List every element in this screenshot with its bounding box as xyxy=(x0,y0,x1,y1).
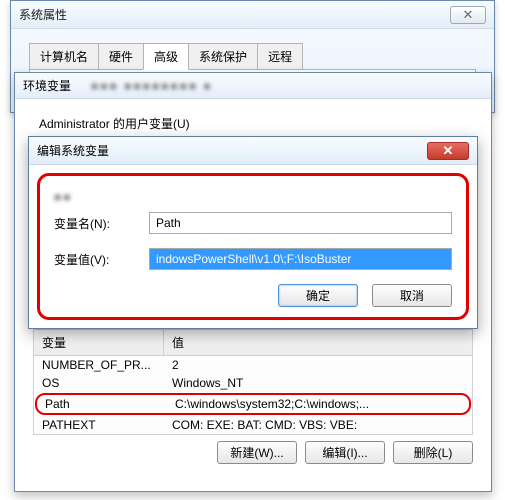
variable-value-row: 变量值(V): xyxy=(54,248,452,270)
edit-dialog-titlebar: 编辑系统变量 ✕ xyxy=(29,137,477,165)
variable-value-label: 变量值(V): xyxy=(54,251,149,268)
blurred-text: ■■■ ■■■■■■■■ ■ xyxy=(91,79,213,93)
tab-remote[interactable]: 远程 xyxy=(257,43,303,70)
new-button[interactable]: 新建(W)... xyxy=(217,441,297,464)
col-header-name: 变量 xyxy=(34,330,164,355)
col-header-value: 值 xyxy=(164,330,472,355)
user-variables-label: Administrator 的用户变量(U) xyxy=(39,115,473,132)
table-row[interactable]: PATHEXT COM: EXE: BAT: CMD: VBS: VBE: xyxy=(34,416,472,434)
tab-advanced[interactable]: 高级 xyxy=(143,43,189,70)
edit-button[interactable]: 编辑(I)... xyxy=(305,441,385,464)
edit-system-variable-dialog: 编辑系统变量 ✕ ■■ 变量名(N): 变量值(V): 确定 取消 xyxy=(28,136,478,329)
tab-computer-name[interactable]: 计算机名 xyxy=(29,43,99,70)
environment-variables-titlebar: 环境变量 ■■■ ■■■■■■■■ ■ xyxy=(15,73,491,99)
edit-dialog-body: ■■ 变量名(N): 变量值(V): 确定 取消 xyxy=(37,173,469,320)
cancel-button[interactable]: 取消 xyxy=(372,284,452,307)
variable-name-row: 变量名(N): xyxy=(54,212,452,234)
blurred-text: ■■ xyxy=(54,190,452,204)
tab-row: 计算机名 硬件 高级 系统保护 远程 xyxy=(11,29,494,70)
table-row[interactable]: NUMBER_OF_PR... 2 xyxy=(34,356,472,374)
environment-variables-title: 环境变量 xyxy=(23,77,71,94)
ok-button[interactable]: 确定 xyxy=(278,284,358,307)
tab-hardware[interactable]: 硬件 xyxy=(98,43,144,70)
variable-name-input[interactable] xyxy=(149,212,452,234)
system-variables-header: 变量 值 xyxy=(34,330,472,356)
edit-dialog-buttons: 确定 取消 xyxy=(54,284,452,307)
system-variables-buttons: 新建(W)... 编辑(I)... 删除(L) xyxy=(33,441,473,464)
table-row[interactable]: OS Windows_NT xyxy=(34,374,472,392)
close-icon[interactable]: ✕ xyxy=(427,142,469,160)
variable-name-label: 变量名(N): xyxy=(54,215,149,232)
variable-value-input[interactable] xyxy=(149,248,452,270)
close-icon[interactable]: ✕ xyxy=(450,6,486,24)
system-properties-titlebar: 系统属性 ✕ xyxy=(11,1,494,29)
tab-system-protection[interactable]: 系统保护 xyxy=(188,43,258,70)
system-properties-title: 系统属性 xyxy=(19,6,67,23)
system-variables-list[interactable]: 变量 值 NUMBER_OF_PR... 2 OS Windows_NT Pat… xyxy=(33,329,473,435)
edit-dialog-title: 编辑系统变量 xyxy=(37,142,109,159)
table-row-path[interactable]: Path C:\windows\system32;C:\windows;... xyxy=(35,393,471,415)
delete-button[interactable]: 删除(L) xyxy=(393,441,473,464)
